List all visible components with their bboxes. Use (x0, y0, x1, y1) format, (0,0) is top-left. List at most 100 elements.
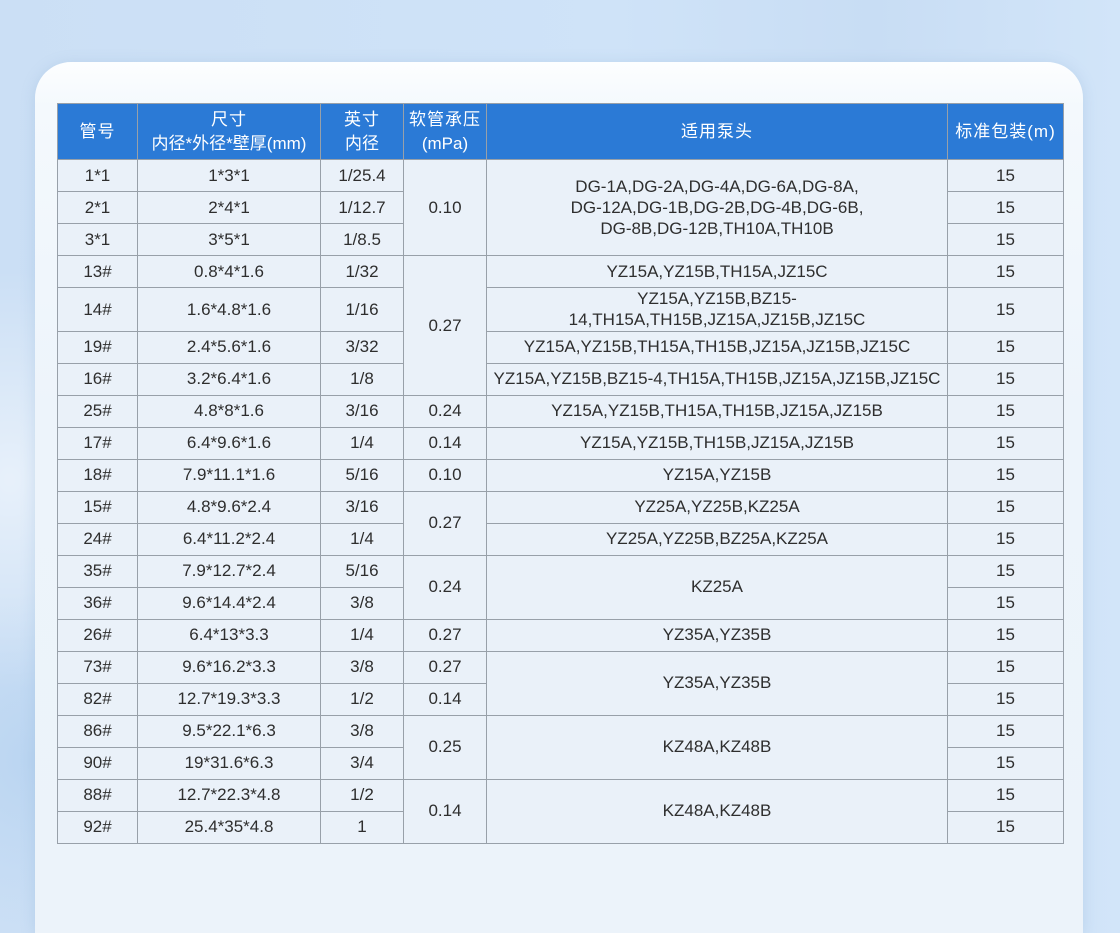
inch-cell: 3/8 (321, 715, 404, 747)
inch-cell: 1/2 (321, 779, 404, 811)
pack-cell: 15 (948, 224, 1064, 256)
table-row: 18# 7.9*11.1*1.6 5/16 0.10 YZ15A,YZ15B 1… (58, 459, 1064, 491)
header-pressure: 软管承压 (mPa) (404, 104, 487, 160)
inch-cell: 1/8.5 (321, 224, 404, 256)
pumps-cell: YZ15A,YZ15B,TH15B,JZ15A,JZ15B (487, 427, 948, 459)
pack-cell: 15 (948, 651, 1064, 683)
table-row: 26# 6.4*13*3.3 1/4 0.27 YZ35A,YZ35B 15 (58, 619, 1064, 651)
size-cell: 4.8*9.6*2.4 (138, 491, 321, 523)
pack-cell: 15 (948, 683, 1064, 715)
pack-cell: 15 (948, 331, 1064, 363)
header-pumps: 适用泵头 (487, 104, 948, 160)
inch-cell: 3/4 (321, 747, 404, 779)
pressure-cell: 0.24 (404, 395, 487, 427)
pack-cell: 15 (948, 555, 1064, 587)
pack-cell: 15 (948, 619, 1064, 651)
pack-cell: 15 (948, 459, 1064, 491)
size-cell: 12.7*19.3*3.3 (138, 683, 321, 715)
pack-cell: 15 (948, 395, 1064, 427)
pack-cell: 15 (948, 256, 1064, 288)
pressure-cell: 0.27 (404, 491, 487, 555)
tube-id-cell: 73# (58, 651, 138, 683)
pumps-cell: YZ15A,YZ15B,BZ15-4,TH15A,TH15B,JZ15A,JZ1… (487, 363, 948, 395)
size-cell: 6.4*13*3.3 (138, 619, 321, 651)
size-cell: 4.8*8*1.6 (138, 395, 321, 427)
header-inch-sub: 内径 (323, 132, 401, 156)
tube-id-cell: 35# (58, 555, 138, 587)
pressure-cell: 0.27 (404, 619, 487, 651)
pumps-cell: DG-1A,DG-2A,DG-4A,DG-6A,DG-8A, DG-12A,DG… (487, 160, 948, 256)
pressure-cell: 0.10 (404, 160, 487, 256)
pumps-cell: YZ35A,YZ35B (487, 651, 948, 715)
header-packing: 标准包装(m) (948, 104, 1064, 160)
pumps-cell: YZ25A,YZ25B,BZ25A,KZ25A (487, 523, 948, 555)
inch-cell: 1/4 (321, 427, 404, 459)
tubing-spec-table: 管号 尺寸内径*外径*壁厚(mm) 英寸内径 软管承压(mPa) 适用泵头 标准… (57, 103, 1064, 844)
pumps-cell: KZ48A,KZ48B (487, 715, 948, 779)
size-cell: 3*5*1 (138, 224, 321, 256)
size-cell: 7.9*12.7*2.4 (138, 555, 321, 587)
size-cell: 1.6*4.8*1.6 (138, 288, 321, 332)
table-body: 1*1 1*3*1 1/25.4 0.10 DG-1A,DG-2A,DG-4A,… (58, 160, 1064, 844)
inch-cell: 5/16 (321, 555, 404, 587)
inch-cell: 1/2 (321, 683, 404, 715)
table-row: 14# 1.6*4.8*1.6 1/16 YZ15A,YZ15B,BZ15-14… (58, 288, 1064, 332)
tube-id-cell: 17# (58, 427, 138, 459)
inch-cell: 3/8 (321, 651, 404, 683)
pressure-cell: 0.25 (404, 715, 487, 779)
inch-cell: 1/4 (321, 619, 404, 651)
header-inch-title: 英寸 (344, 110, 380, 129)
size-cell: 12.7*22.3*4.8 (138, 779, 321, 811)
size-cell: 0.8*4*1.6 (138, 256, 321, 288)
pumps-cell: YZ35A,YZ35B (487, 619, 948, 651)
tube-id-cell: 36# (58, 587, 138, 619)
tube-id-cell: 24# (58, 523, 138, 555)
tube-id-cell: 1*1 (58, 160, 138, 192)
pressure-cell: 0.14 (404, 427, 487, 459)
inch-cell: 1 (321, 811, 404, 843)
table-row: 13# 0.8*4*1.6 1/32 0.27 YZ15A,YZ15B,TH15… (58, 256, 1064, 288)
pack-cell: 15 (948, 811, 1064, 843)
size-cell: 3.2*6.4*1.6 (138, 363, 321, 395)
inch-cell: 1/32 (321, 256, 404, 288)
header-pressure-title: 软管承压 (409, 110, 481, 129)
table-row: 35# 7.9*12.7*2.4 5/16 0.24 KZ25A 15 (58, 555, 1064, 587)
header-pressure-sub: (mPa) (406, 132, 484, 156)
tube-id-cell: 16# (58, 363, 138, 395)
size-cell: 6.4*11.2*2.4 (138, 523, 321, 555)
size-cell: 6.4*9.6*1.6 (138, 427, 321, 459)
pressure-cell: 0.27 (404, 651, 487, 683)
inch-cell: 1/8 (321, 363, 404, 395)
tube-id-cell: 92# (58, 811, 138, 843)
pressure-cell: 0.14 (404, 683, 487, 715)
inch-cell: 1/12.7 (321, 192, 404, 224)
header-size-title: 尺寸 (211, 110, 247, 129)
pumps-cell: KZ48A,KZ48B (487, 779, 948, 843)
table-row: 1*1 1*3*1 1/25.4 0.10 DG-1A,DG-2A,DG-4A,… (58, 160, 1064, 192)
size-cell: 19*31.6*6.3 (138, 747, 321, 779)
tube-id-cell: 19# (58, 331, 138, 363)
header-inch: 英寸内径 (321, 104, 404, 160)
inch-cell: 3/16 (321, 491, 404, 523)
size-cell: 1*3*1 (138, 160, 321, 192)
content-card: 管号 尺寸内径*外径*壁厚(mm) 英寸内径 软管承压(mPa) 适用泵头 标准… (35, 62, 1083, 933)
table-row: 86# 9.5*22.1*6.3 3/8 0.25 KZ48A,KZ48B 15 (58, 715, 1064, 747)
table-row: 16# 3.2*6.4*1.6 1/8 YZ15A,YZ15B,BZ15-4,T… (58, 363, 1064, 395)
pumps-cell: YZ15A,YZ15B,BZ15-14,TH15A,TH15B,JZ15A,JZ… (487, 288, 948, 332)
pack-cell: 15 (948, 587, 1064, 619)
pumps-cell: YZ15A,YZ15B,TH15A,JZ15C (487, 256, 948, 288)
pack-cell: 15 (948, 491, 1064, 523)
pack-cell: 15 (948, 160, 1064, 192)
table-row: 24# 6.4*11.2*2.4 1/4 YZ25A,YZ25B,BZ25A,K… (58, 523, 1064, 555)
pumps-cell: YZ15A,YZ15B,TH15A,TH15B,JZ15A,JZ15B,JZ15… (487, 331, 948, 363)
tube-id-cell: 2*1 (58, 192, 138, 224)
tube-id-cell: 14# (58, 288, 138, 332)
tube-id-cell: 15# (58, 491, 138, 523)
pack-cell: 15 (948, 779, 1064, 811)
size-cell: 2*4*1 (138, 192, 321, 224)
pumps-cell: YZ15A,YZ15B (487, 459, 948, 491)
table-row: 15# 4.8*9.6*2.4 3/16 0.27 YZ25A,YZ25B,KZ… (58, 491, 1064, 523)
inch-cell: 1/4 (321, 523, 404, 555)
pumps-cell: KZ25A (487, 555, 948, 619)
pressure-cell: 0.24 (404, 555, 487, 619)
